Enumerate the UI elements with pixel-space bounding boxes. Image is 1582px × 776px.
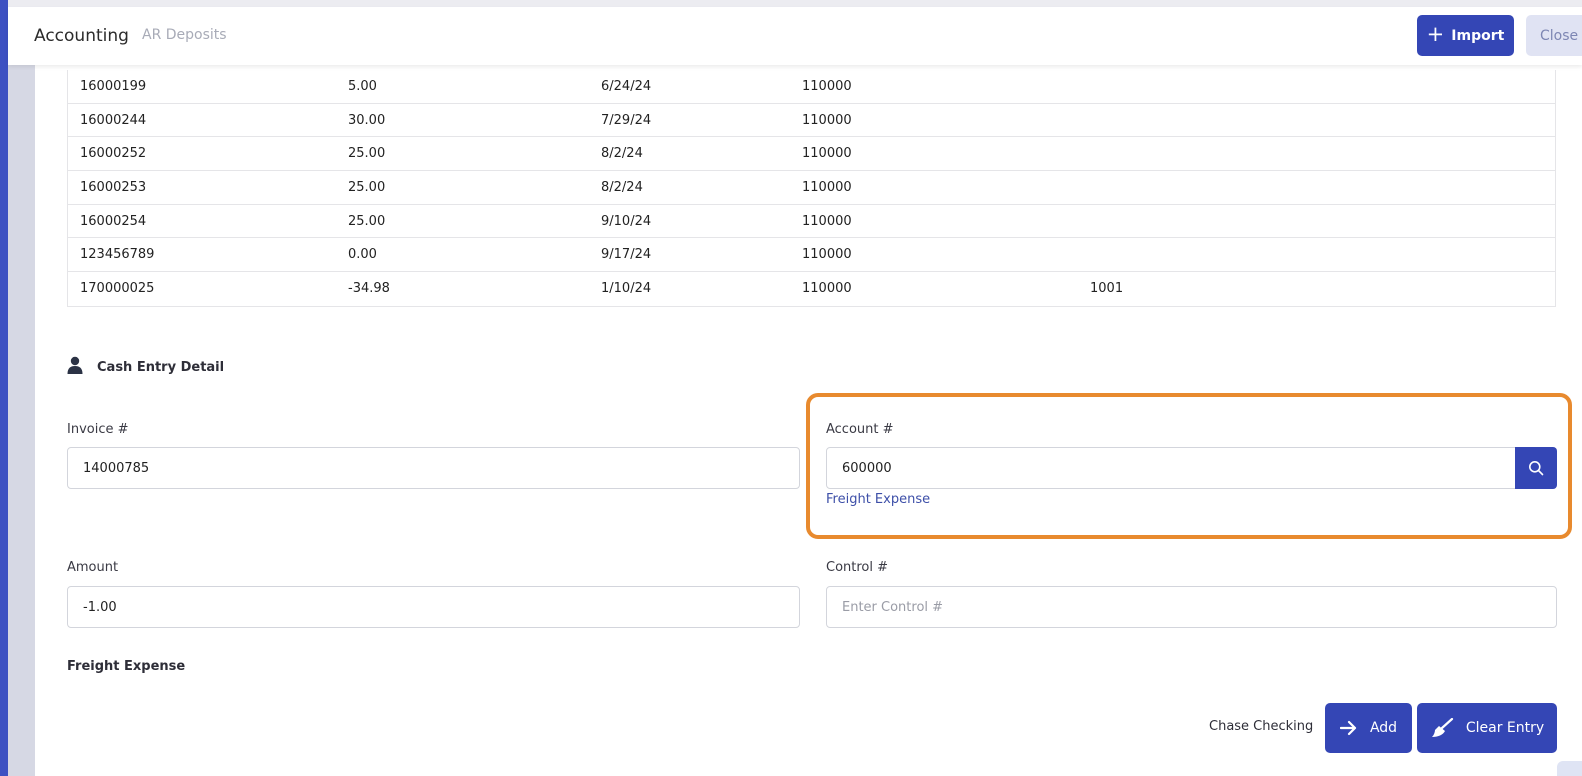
cell-date: 1/10/24 <box>601 281 652 297</box>
sidebar-strip <box>8 0 35 776</box>
table-row[interactable]: 16000199 5.00 6/24/24 110000 <box>68 70 1555 104</box>
cell-invoice: 16000199 <box>80 79 147 94</box>
cell-date: 8/2/24 <box>601 146 643 162</box>
table-row[interactable]: 170000025 -34.98 1/10/24 110000 1001 <box>68 272 1555 306</box>
add-label: Add <box>1369 720 1398 736</box>
cell-account: 110000 <box>802 180 852 196</box>
cell-amount: 25.00 <box>348 180 386 196</box>
invoice-input[interactable]: 14000785 <box>67 447 800 489</box>
cell-amount: 25.00 <box>348 213 386 229</box>
cell-invoice: 170000025 <box>80 281 155 297</box>
cell-control: 1001 <box>1090 281 1124 297</box>
cell-date: 7/29/24 <box>601 112 652 128</box>
invoice-label: Invoice # <box>67 422 129 437</box>
cell-account: 110000 <box>802 281 852 297</box>
page-header: Accounting AR Deposits + Import Close <box>8 7 1582 65</box>
cell-date: 8/2/24 <box>601 180 643 196</box>
search-icon <box>1529 461 1544 476</box>
cell-account: 110000 <box>802 247 852 263</box>
cell-date: 9/17/24 <box>601 247 652 263</box>
close-button[interactable]: Close <box>1526 15 1582 56</box>
page-title: Accounting <box>34 26 129 46</box>
account-name-hint: Freight Expense <box>826 492 931 507</box>
control-input[interactable]: Enter Control # <box>826 586 1557 628</box>
deposits-table: 16000199 5.00 6/24/24 110000 16000244 30… <box>67 70 1556 307</box>
cell-amount: 30.00 <box>348 112 386 128</box>
amount-input[interactable]: -1.00 <box>67 586 800 628</box>
account-label: Account # <box>826 422 894 437</box>
cell-invoice: 123456789 <box>80 247 155 263</box>
cell-date: 9/10/24 <box>601 213 652 229</box>
cell-account: 110000 <box>802 146 852 162</box>
cell-account: 110000 <box>802 112 852 128</box>
cell-amount: 25.00 <box>348 146 386 162</box>
table-row[interactable]: 16000254 25.00 9/10/24 110000 <box>68 205 1555 239</box>
app-sidebar-rail <box>0 0 8 776</box>
add-button[interactable]: Add <box>1325 703 1412 753</box>
cell-amount: 5.00 <box>348 79 377 94</box>
cell-invoice: 16000254 <box>80 213 147 229</box>
cell-account: 110000 <box>802 79 852 94</box>
scroll-top-chip[interactable] <box>1557 761 1582 776</box>
account-search-button[interactable] <box>1515 447 1557 489</box>
bank-account-name: Chase Checking <box>1209 719 1314 734</box>
table-row[interactable]: 16000244 30.00 7/29/24 110000 <box>68 104 1555 138</box>
section-header: Cash Entry Detail <box>67 356 224 378</box>
cell-amount: 0.00 <box>348 247 377 263</box>
section-title: Cash Entry Detail <box>97 359 225 375</box>
cell-date: 6/24/24 <box>601 79 652 94</box>
account-input[interactable]: 600000 <box>826 447 1516 489</box>
user-icon <box>67 356 83 378</box>
clear-entry-label: Clear Entry <box>1465 720 1545 736</box>
cell-account: 110000 <box>802 213 852 229</box>
clear-entry-button[interactable]: Clear Entry <box>1417 703 1557 753</box>
table-row[interactable]: 16000252 25.00 8/2/24 110000 <box>68 137 1555 172</box>
breadcrumb[interactable]: AR Deposits <box>142 27 227 43</box>
selected-account-name: Freight Expense <box>67 659 186 674</box>
broom-icon <box>1431 718 1453 737</box>
plus-icon: + <box>1426 22 1445 46</box>
arrow-right-icon <box>1339 720 1357 736</box>
control-label: Control # <box>826 560 889 575</box>
import-label: Import <box>1451 27 1505 44</box>
cell-invoice: 16000253 <box>80 180 147 196</box>
top-edge <box>8 0 1582 7</box>
amount-label: Amount <box>67 560 119 575</box>
cell-invoice: 16000252 <box>80 146 147 162</box>
cell-amount: -34.98 <box>348 281 390 297</box>
import-button[interactable]: + Import <box>1417 15 1514 56</box>
table-row[interactable]: 123456789 0.00 9/17/24 110000 <box>68 238 1555 273</box>
table-row[interactable]: 16000253 25.00 8/2/24 110000 <box>68 171 1555 205</box>
cell-invoice: 16000244 <box>80 112 147 128</box>
